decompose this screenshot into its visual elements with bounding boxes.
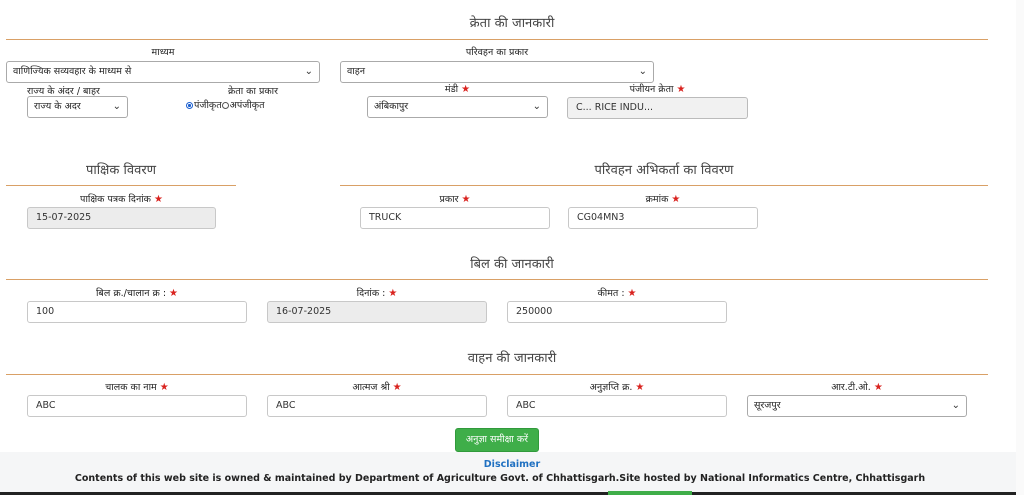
mandi-label: मंडी [444,84,459,95]
buyer-type-radio-group: पंजीकृत अपंजीकृत [186,98,265,111]
agent-type-label: प्रकार [439,194,459,205]
footer-text: Contents of this web site is owned & mai… [74,473,926,484]
father-label-wrap: आत्मज श्री ★ [267,380,487,393]
radio-registered-label: पंजीकृत [194,100,222,111]
price-label: कीमत : [597,288,625,299]
driver-label-wrap: चालक का नाम ★ [27,380,247,393]
agent-type-input[interactable]: TRUCK [360,207,550,229]
rto-label-wrap: आर.टी.ओ. ★ [747,380,967,393]
state-select-value: राज्य के अदर [34,101,81,112]
rto-select[interactable]: सूरजपुर ⌄ [747,395,967,417]
transport-type-label: परिवहन का प्रकार [465,47,529,58]
required-star-icon: ★ [461,84,471,95]
registered-buyer-input[interactable]: C... RICE INDU... [567,97,748,119]
required-star-icon: ★ [159,382,169,393]
required-star-icon: ★ [461,194,471,205]
buyer-section-divider [6,39,988,40]
chevron-down-icon: ⌄ [638,66,647,77]
agent-number-input[interactable]: CG04MN3 [568,207,758,229]
transport-type-select-value: वाहन [347,66,366,77]
price-input[interactable]: 250000 [507,301,727,323]
rto-select-value: सूरजपुर [754,400,781,411]
chevron-down-icon: ⌄ [304,66,313,77]
bill-no-label-wrap: बिल क्र./चालान क्र : ★ [27,286,247,299]
agent-number-label: क्रमांक [645,194,669,205]
required-star-icon: ★ [627,288,637,299]
medium-select[interactable]: वाणिज्यिक सव्यवहार के माध्यम से ⌄ [6,61,320,83]
bill-date-input[interactable]: 16-07-2025 [267,301,487,323]
agent-type-label-wrap: प्रकार ★ [360,192,550,205]
required-star-icon: ★ [635,382,645,393]
required-star-icon: ★ [676,84,686,95]
chevron-down-icon: ⌄ [532,101,541,112]
license-input[interactable]: ABC [507,395,727,417]
disclaimer-link[interactable]: Disclaimer [0,459,1024,470]
price-label-wrap: कीमत : ★ [507,286,727,299]
driver-label: चालक का नाम [105,382,157,393]
required-star-icon: ★ [392,382,402,393]
buyer-type-label: क्रेता का प्रकार [227,86,278,97]
state-select[interactable]: राज्य के अदर ⌄ [27,96,128,118]
agent-number-label-wrap: क्रमांक ★ [568,192,758,205]
fortnight-section-heading: पाक्षिक विवरण [85,163,157,178]
scrollbar[interactable] [1016,0,1024,495]
bill-date-label-wrap: दिनांक : ★ [267,286,487,299]
required-star-icon: ★ [671,194,681,205]
fortnight-section-divider [6,185,236,186]
bill-section-divider [6,279,988,280]
fortnight-date-label-wrap: पाक्षिक पत्रक दिनांक ★ [27,192,216,205]
required-star-icon: ★ [169,288,179,299]
vehicle-section-divider [6,374,988,375]
transport-type-select[interactable]: वाहन ⌄ [340,61,654,83]
radio-unregistered[interactable] [221,102,229,109]
radio-registered[interactable] [186,102,193,109]
fortnight-date-label: पाक्षिक पत्रक दिनांक [80,194,151,205]
review-permit-button[interactable]: अनुज्ञा समीक्षा करें [455,428,539,452]
chevron-down-icon: ⌄ [112,101,121,112]
father-label: आत्मज श्री [352,382,390,393]
required-star-icon: ★ [873,382,883,393]
fortnight-date-input[interactable]: 15-07-2025 [27,207,216,229]
footer: Disclaimer Contents of this web site is … [0,452,1024,495]
bottom-green-tab [608,491,692,495]
required-star-icon: ★ [388,288,398,299]
agent-section-heading: परिवहन अभिकर्ता का विवरण [594,163,734,178]
required-star-icon: ★ [153,194,163,205]
license-label: अनुज्ञप्ति क्र. [589,382,633,393]
bill-no-input[interactable]: 100 [27,301,247,323]
buyer-section-heading: क्रेता की जानकारी [469,16,555,31]
bill-section-heading: बिल की जानकारी [470,257,554,272]
father-input[interactable]: ABC [267,395,487,417]
vehicle-section-heading: वाहन की जानकारी [467,351,557,366]
radio-unregistered-label: अपंजीकृत [229,100,265,111]
registered-buyer-label-wrap: पंजीयन क्रेता ★ [567,82,748,95]
license-label-wrap: अनुज्ञप्ति क्र. ★ [507,380,727,393]
mandi-select-value: अंबिकापुर [374,101,409,112]
mandi-select[interactable]: अंबिकापुर ⌄ [367,96,548,118]
agent-section-divider [340,185,988,186]
medium-select-value: वाणिज्यिक सव्यवहार के माध्यम से [13,66,132,77]
driver-input[interactable]: ABC [27,395,247,417]
rto-label: आर.टी.ओ. [831,382,871,393]
bill-no-label: बिल क्र./चालान क्र : [95,288,167,299]
mandi-label-wrap: मंडी ★ [367,82,548,95]
registered-buyer-label: पंजीयन क्रेता [629,84,674,95]
medium-label: माध्यम [151,47,175,58]
chevron-down-icon: ⌄ [951,400,960,411]
bill-date-label: दिनांक : [356,288,386,299]
